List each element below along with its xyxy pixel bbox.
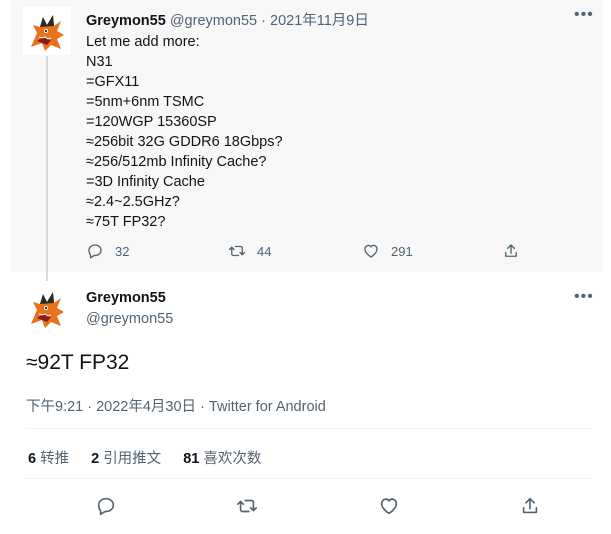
reply-button[interactable]: 32 (86, 242, 129, 260)
stat-likes[interactable]: 81 喜欢次数 (183, 451, 261, 467)
tweet-line: =5nm+6nm TSMC (86, 94, 205, 110)
display-name[interactable]: Greymon55 (86, 290, 166, 306)
tweet-line: ≈2.4~2.5GHz? (86, 194, 180, 210)
stat-retweets[interactable]: 6 转推 (28, 451, 69, 467)
parent-tweet[interactable]: Greymon55 @greymon55 · 2021年11月9日 ••• Le… (10, 0, 603, 281)
tweet-date[interactable]: 2021年11月9日 (270, 13, 369, 29)
separator: · (261, 13, 266, 29)
stat-count: 2 (91, 451, 100, 467)
thread-connector-line (46, 56, 48, 281)
tweet-text: Let me add more: N31 =GFX11 =5nm+6nm TSM… (86, 32, 283, 232)
more-icon[interactable]: ••• (574, 289, 594, 305)
handle[interactable]: @greymon55 (170, 13, 257, 29)
avatar[interactable] (23, 284, 71, 332)
tweet-line: ≈256/512mb Infinity Cache? (86, 154, 267, 170)
more-icon[interactable]: ••• (574, 7, 594, 23)
retweet-icon (237, 499, 257, 513)
tweet-line: =120WGP 15360SP (86, 114, 217, 130)
handle[interactable]: @greymon55 (86, 311, 173, 327)
retweet-count: 44 (257, 243, 272, 259)
like-icon (364, 244, 378, 258)
avatar-greymon-icon (23, 7, 71, 55)
tweet-line: Let me add more: (86, 34, 200, 50)
reply-count: 32 (115, 243, 130, 259)
tweet-thread: Greymon55 @greymon55 · 2021年11月9日 ••• Le… (10, 0, 609, 534)
reply-icon (88, 244, 102, 259)
share-button[interactable] (502, 242, 520, 260)
reply-icon (97, 497, 115, 516)
retweet-button[interactable]: 44 (228, 242, 271, 260)
avatar-greymon-icon (23, 284, 71, 332)
tweet-line: ≈256bit 32G GDDR6 18Gbps? (86, 134, 283, 150)
stat-count: 81 (183, 451, 200, 467)
retweet-icon (228, 245, 246, 257)
stat-count: 6 (28, 451, 37, 467)
tweet-actions: 32 44 291 (86, 242, 517, 262)
tweet-stats: 6 转推 2 引用推文 81 喜欢次数 (28, 447, 279, 468)
tweet-meta[interactable]: 下午9:21 · 2022年4月30日 · Twitter for Androi… (26, 395, 326, 416)
like-count: 291 (391, 243, 413, 259)
divider (26, 428, 592, 429)
stat-label: 引用推文 (103, 451, 162, 467)
divider (26, 478, 592, 479)
tweet-header: Greymon55 @greymon55 · 2021年11月9日 (86, 9, 369, 30)
tweet-line: ≈75T FP32? (86, 214, 166, 230)
tweet-line: N31 (86, 54, 113, 70)
retweet-button[interactable] (236, 495, 258, 517)
like-button[interactable] (378, 495, 400, 517)
tweet-actions (26, 495, 592, 519)
reply-button[interactable] (95, 495, 117, 517)
like-icon (380, 498, 398, 515)
share-icon (522, 497, 538, 514)
like-button[interactable]: 291 (362, 242, 413, 260)
tweet-text: ≈92T FP32 (26, 351, 130, 374)
tweet-line: =3D Infinity Cache (86, 174, 205, 190)
stat-label: 转推 (40, 451, 70, 467)
stat-quotes[interactable]: 2 引用推文 (91, 451, 161, 467)
avatar[interactable] (23, 7, 71, 55)
share-button[interactable] (519, 495, 541, 517)
display-name[interactable]: Greymon55 (86, 13, 166, 29)
tweet-line: =GFX11 (86, 74, 140, 90)
share-icon (505, 244, 517, 257)
stat-label: 喜欢次数 (203, 451, 262, 467)
